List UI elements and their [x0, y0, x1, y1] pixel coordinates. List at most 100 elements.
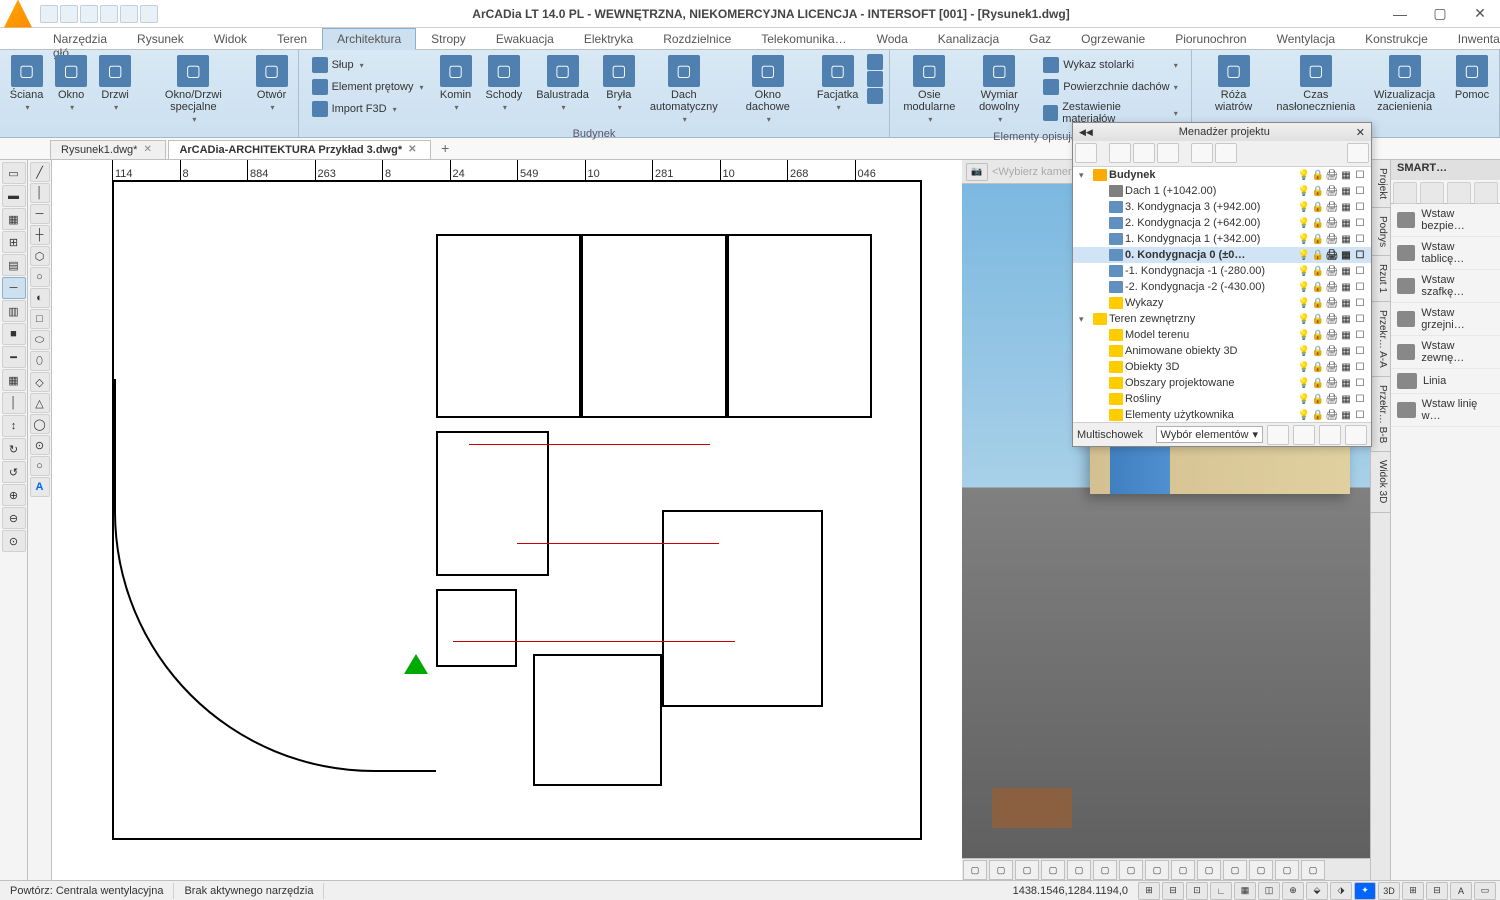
ribbon-button[interactable]: ▢Komin▾: [433, 52, 479, 127]
side-tab[interactable]: Przekr… B-B: [1371, 377, 1390, 452]
pm-btn-icon[interactable]: [1215, 143, 1237, 163]
doc-tab-2[interactable]: ArCADia-ARCHITEKTURA Przykład 3.dwg* ✕: [168, 140, 431, 159]
tree-row[interactable]: 0. Kondygnacja 0 (±0…💡🔒🖨▦☐: [1073, 247, 1371, 263]
tree-toggle-icon[interactable]: ▦: [1339, 360, 1353, 374]
draw-tool-button[interactable]: A: [30, 477, 50, 497]
ribbon-tab[interactable]: Wentylacja: [1262, 28, 1350, 49]
close-icon[interactable]: ✕: [143, 144, 155, 156]
project-tree[interactable]: ▾Budynek💡🔒🖨▦☐Dach 1 (+1042.00)💡🔒🖨▦☐3. Ko…: [1073, 167, 1371, 422]
project-manager-titlebar[interactable]: ◀◀ Menadżer projektu ✕: [1073, 123, 1371, 141]
ribbon-button-sm[interactable]: Powierzchnie dachów▾: [1038, 76, 1183, 98]
tree-row[interactable]: ▾Teren zewnętrzny💡🔒🖨▦☐: [1073, 311, 1371, 327]
ribbon-button[interactable]: ▢Facjatka▾: [810, 52, 866, 127]
pm-btn-icon[interactable]: [1075, 143, 1097, 163]
tree-toggle-icon[interactable]: ☐: [1353, 344, 1367, 358]
tool-button[interactable]: ⊙: [2, 530, 26, 552]
tree-toggle-icon[interactable]: 💡: [1297, 328, 1311, 342]
view3d-tool-icon[interactable]: ▢: [1249, 860, 1273, 880]
extra-icon[interactable]: [867, 54, 883, 70]
sb-3d-icon[interactable]: 3D: [1378, 882, 1400, 900]
draw-tool-button[interactable]: □: [30, 309, 50, 329]
view3d-tool-icon[interactable]: ▢: [1041, 860, 1065, 880]
tree-toggle-icon[interactable]: 💡: [1297, 248, 1311, 262]
camera-combo[interactable]: <Wybierz kamerę>: [992, 166, 1084, 178]
tree-toggle-icon[interactable]: 🔒: [1311, 392, 1325, 406]
tree-toggle-icon[interactable]: 💡: [1297, 200, 1311, 214]
tree-toggle-icon[interactable]: 🔒: [1311, 328, 1325, 342]
side-tab[interactable]: Przekr… A-A: [1371, 302, 1390, 377]
ribbon-tab[interactable]: Woda: [862, 28, 923, 49]
draw-tool-button[interactable]: ⬡: [30, 246, 50, 266]
extra-icon[interactable]: [867, 71, 883, 87]
draw-tool-button[interactable]: ○: [30, 267, 50, 287]
ribbon-tab[interactable]: Rysunek: [122, 28, 199, 49]
ribbon-tab[interactable]: Narzędzia głó…: [38, 28, 122, 49]
sb-icon[interactable]: ⊕: [1282, 882, 1304, 900]
tree-toggle-icon[interactable]: 💡: [1297, 184, 1311, 198]
draw-tool-button[interactable]: ◐: [30, 288, 50, 308]
draw-tool-button[interactable]: │: [30, 183, 50, 203]
ribbon-button[interactable]: ▢Wizualizacja zacienienia: [1360, 52, 1449, 135]
tree-toggle-icon[interactable]: 💡: [1297, 168, 1311, 182]
pm-btn-icon[interactable]: [1133, 143, 1155, 163]
ribbon-button[interactable]: ▢Bryła▾: [596, 52, 642, 127]
tree-toggle-icon[interactable]: 🔒: [1311, 232, 1325, 246]
minimize-button[interactable]: —: [1380, 0, 1420, 28]
tool-button[interactable]: ▦: [2, 369, 26, 391]
pm-bottom-icon[interactable]: [1267, 425, 1289, 445]
sb-icon[interactable]: ⊡: [1186, 882, 1208, 900]
tree-toggle-icon[interactable]: ▦: [1339, 344, 1353, 358]
tree-toggle-icon[interactable]: 🔒: [1311, 248, 1325, 262]
tool-button[interactable]: ━: [2, 346, 26, 368]
ribbon-button[interactable]: ▢Schody▾: [479, 52, 530, 127]
pm-filter-icon[interactable]: [1347, 143, 1369, 163]
maximize-button[interactable]: ▢: [1420, 0, 1460, 28]
ribbon-tab[interactable]: Inwentaryzacj…: [1443, 28, 1500, 49]
ribbon-button-sm[interactable]: Słup▾: [307, 54, 429, 76]
ribbon-button[interactable]: ▢Ściana▾: [4, 52, 49, 135]
ribbon-button[interactable]: ▢Okno/Drzwi specjalne▾: [137, 52, 249, 135]
side-tab[interactable]: Widok 3D: [1371, 452, 1390, 512]
ribbon-tab[interactable]: Rozdzielnice: [648, 28, 746, 49]
tree-toggle-icon[interactable]: 🔒: [1311, 168, 1325, 182]
smart-item[interactable]: Wstaw bezpie…: [1391, 204, 1500, 237]
tool-button[interactable]: ▭: [2, 162, 26, 184]
view3d-tool-icon[interactable]: ▢: [1015, 860, 1039, 880]
expand-icon[interactable]: ▾: [1079, 314, 1091, 325]
tree-toggle-icon[interactable]: ▦: [1339, 232, 1353, 246]
tree-toggle-icon[interactable]: ▦: [1339, 216, 1353, 230]
close-icon[interactable]: ✕: [408, 144, 420, 156]
tree-toggle-icon[interactable]: 💡: [1297, 376, 1311, 390]
qat-open-icon[interactable]: [60, 5, 78, 23]
ribbon-tab[interactable]: Piorunochron: [1160, 28, 1261, 49]
sb-icon[interactable]: ⊟: [1162, 882, 1184, 900]
view3d-tool-icon[interactable]: ▢: [1093, 860, 1117, 880]
tree-toggle-icon[interactable]: 🖨: [1325, 312, 1339, 326]
tree-row[interactable]: Elementy użytkownika💡🔒🖨▦☐: [1073, 407, 1371, 422]
tree-toggle-icon[interactable]: ▦: [1339, 296, 1353, 310]
pm-btn-icon[interactable]: [1191, 143, 1213, 163]
tree-toggle-icon[interactable]: 💡: [1297, 392, 1311, 406]
qat-saveall-icon[interactable]: [100, 5, 118, 23]
tree-toggle-icon[interactable]: ☐: [1353, 280, 1367, 294]
smart-item[interactable]: Wstaw tablicę…: [1391, 237, 1500, 270]
tool-button[interactable]: ─: [2, 277, 26, 299]
draw-tool-button[interactable]: ○: [30, 456, 50, 476]
tool-button[interactable]: │: [2, 392, 26, 414]
sb-icon[interactable]: ⊞: [1402, 882, 1424, 900]
view3d-tool-icon[interactable]: ▢: [1067, 860, 1091, 880]
tree-toggle-icon[interactable]: 🖨: [1325, 216, 1339, 230]
tree-toggle-icon[interactable]: 🔒: [1311, 344, 1325, 358]
tree-toggle-icon[interactable]: ☐: [1353, 328, 1367, 342]
tree-toggle-icon[interactable]: 🔒: [1311, 360, 1325, 374]
tree-toggle-icon[interactable]: 🔒: [1311, 296, 1325, 310]
tree-toggle-icon[interactable]: 🖨: [1325, 232, 1339, 246]
tool-button[interactable]: ⊕: [2, 484, 26, 506]
draw-tool-button[interactable]: ⊙: [30, 435, 50, 455]
tool-button[interactable]: ↻: [2, 438, 26, 460]
sb-icon[interactable]: ◫: [1258, 882, 1280, 900]
view3d-tool-icon[interactable]: ▢: [1197, 860, 1221, 880]
view3d-tool-icon[interactable]: ▢: [1119, 860, 1143, 880]
tree-toggle-icon[interactable]: ☐: [1353, 168, 1367, 182]
ribbon-button[interactable]: ▢Otwór▾: [250, 52, 294, 135]
